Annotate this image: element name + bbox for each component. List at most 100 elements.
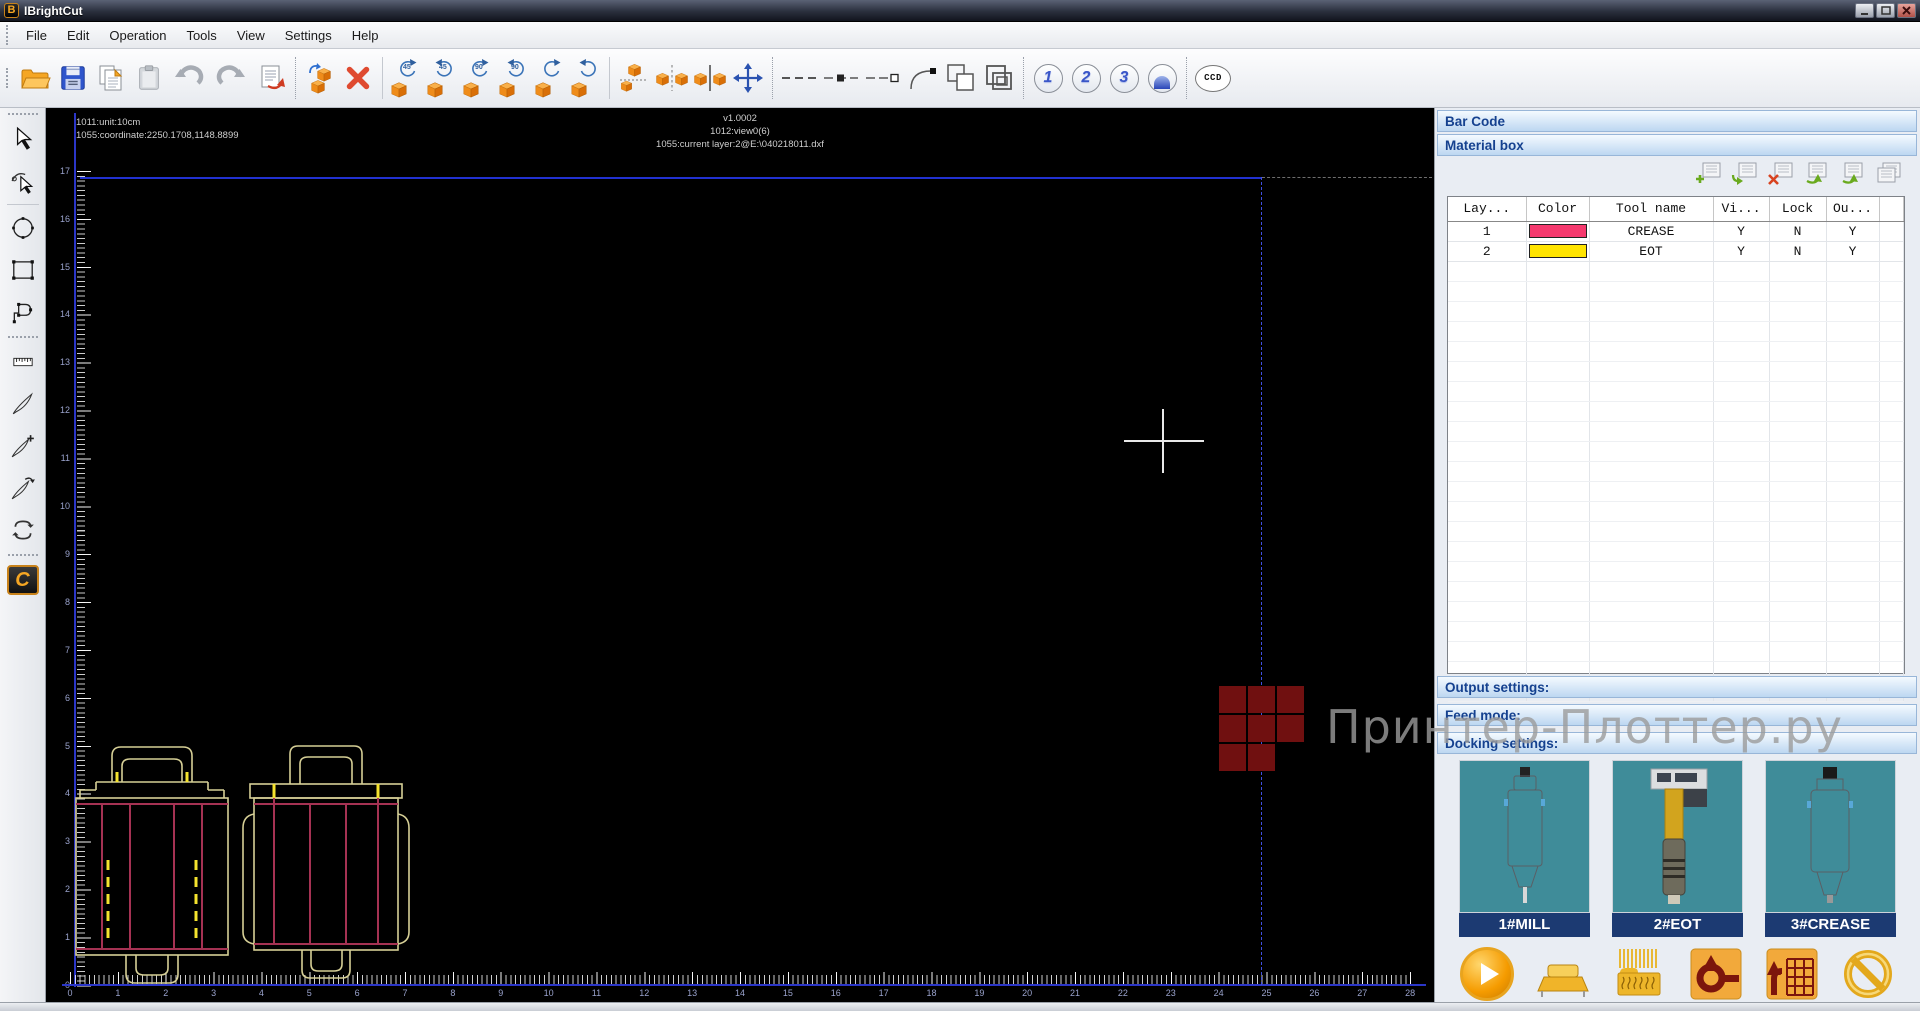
blade-curve-tool-icon[interactable] [3, 467, 43, 509]
v-ruler-label: 9 [52, 549, 70, 559]
h-ruler-label: 20 [1019, 988, 1035, 998]
window-bottom-edge [0, 1002, 1920, 1011]
export-layer-icon[interactable] [1839, 162, 1866, 185]
material-box-section-header[interactable]: Material box [1437, 134, 1917, 156]
overlap-rect-icon[interactable] [942, 55, 980, 101]
paste-icon[interactable] [130, 55, 168, 101]
table-empty-row [1448, 541, 1904, 561]
h-ruler-label: 18 [923, 988, 939, 998]
add-layer-icon[interactable] [1695, 162, 1722, 185]
maximize-button[interactable] [1876, 3, 1895, 18]
loop-tool-icon[interactable] [3, 509, 43, 551]
rotate-ccw-icon[interactable] [532, 55, 568, 101]
convert-box-icon[interactable] [301, 55, 339, 101]
menu-settings[interactable]: Settings [275, 24, 342, 47]
mirror-horizontal-icon[interactable] [653, 55, 691, 101]
line-mid-node-icon[interactable] [820, 55, 862, 101]
docking-tool-crease[interactable]: 3#CREASE [1765, 760, 1896, 937]
layer-color-swatch[interactable] [1529, 224, 1587, 238]
blade-add-tool-icon[interactable] [3, 425, 43, 467]
ruler-tool-icon[interactable] [3, 341, 43, 383]
h-ruler-label: 15 [780, 988, 796, 998]
export-doc-icon[interactable] [252, 55, 290, 101]
align-output-button[interactable] [1764, 946, 1820, 1002]
delete-layer-icon[interactable] [1767, 162, 1794, 185]
h-ruler-label: 28 [1402, 988, 1418, 998]
close-button[interactable] [1897, 3, 1916, 18]
polyline-tool-icon[interactable] [3, 291, 43, 333]
cancel-button[interactable] [1840, 946, 1896, 1002]
window-title: IBrightCut [24, 4, 83, 18]
col-visible[interactable]: Vi... [1713, 197, 1769, 221]
rectangle-tool-icon[interactable] [3, 249, 43, 291]
output-settings-header[interactable]: Output settings: [1437, 676, 1917, 698]
table-row[interactable]: 1 CREASE Y N Y [1448, 221, 1904, 241]
menu-file[interactable]: File [16, 24, 57, 47]
solid-circle-button[interactable] [1143, 55, 1181, 101]
node-edit-tool-icon[interactable] [3, 160, 43, 202]
rotate-output-button[interactable] [1688, 946, 1744, 1002]
work-area-top-boundary [80, 177, 1261, 179]
rotate-45-ccw-icon[interactable]: 45 [388, 55, 424, 101]
menu-help[interactable]: Help [342, 24, 389, 47]
menu-operation[interactable]: Operation [99, 24, 176, 47]
table-empty-row [1448, 301, 1904, 321]
menu-tools[interactable]: Tools [176, 24, 226, 47]
layer-color-swatch[interactable] [1529, 244, 1587, 258]
minimize-button[interactable] [1855, 3, 1874, 18]
docking-tool-mill[interactable]: 1#MILL [1459, 760, 1590, 937]
delete-icon[interactable] [339, 55, 377, 101]
insert-layer-icon[interactable] [1731, 162, 1758, 185]
view-2-button[interactable]: 2 [1067, 55, 1105, 101]
array-box-icon[interactable] [615, 55, 653, 101]
menu-view[interactable]: View [227, 24, 275, 47]
start-button[interactable] [1459, 946, 1515, 1002]
rotate-cw-icon[interactable] [568, 55, 604, 101]
col-color[interactable]: Color [1526, 197, 1589, 221]
blade-tool-icon[interactable] [3, 383, 43, 425]
view-3-button[interactable]: 3 [1105, 55, 1143, 101]
menu-edit[interactable]: Edit [57, 24, 99, 47]
circle-tool-icon[interactable] [3, 207, 43, 249]
brush-button[interactable] [1611, 946, 1667, 1002]
redo-icon[interactable] [210, 55, 252, 101]
feed-button[interactable] [1535, 946, 1591, 1002]
toolbar-separator [295, 57, 296, 99]
view-1-button[interactable]: 1 [1029, 55, 1067, 101]
col-tool-name[interactable]: Tool name [1589, 197, 1713, 221]
table-row[interactable]: 2 EOT Y N Y [1448, 241, 1904, 261]
col-layer[interactable]: Lay... [1448, 197, 1526, 221]
copy-layer-icon[interactable] [1875, 162, 1902, 185]
h-ruler-label: 10 [541, 988, 557, 998]
line-end-node-icon[interactable] [862, 55, 904, 101]
select-tool-icon[interactable] [3, 118, 43, 160]
h-ruler-label: 16 [828, 988, 844, 998]
rotate-45-cw-icon[interactable]: 45 [424, 55, 460, 101]
ccd-button[interactable]: CCD [1192, 55, 1234, 101]
dash-line-icon[interactable] [778, 55, 820, 101]
table-empty-row [1448, 581, 1904, 601]
mirror-vertical-icon[interactable] [691, 55, 729, 101]
brand-logo[interactable]: C [3, 559, 43, 601]
table-empty-row [1448, 341, 1904, 361]
open-icon[interactable] [16, 55, 54, 101]
group-rect-icon[interactable] [980, 55, 1018, 101]
save-icon[interactable] [54, 55, 92, 101]
h-ruler-label: 8 [445, 988, 461, 998]
rotate-90-cw-icon[interactable]: 90 [496, 55, 532, 101]
import-layer-icon[interactable] [1803, 162, 1830, 185]
carton-dielines[interactable] [70, 738, 410, 994]
col-output[interactable]: Ou... [1826, 197, 1879, 221]
arc-icon[interactable] [904, 55, 942, 101]
copy-icon[interactable] [92, 55, 130, 101]
mill-tool-label: 1#MILL [1459, 913, 1590, 937]
drawing-canvas[interactable]: 1011:unit:10cm 1055:coordinate:2250.1708… [46, 108, 1434, 1002]
docking-tool-eot[interactable]: 2#EOT [1612, 760, 1743, 937]
rotate-90-ccw-icon[interactable]: 90 [460, 55, 496, 101]
h-ruler-label: 23 [1163, 988, 1179, 998]
table-empty-row [1448, 521, 1904, 541]
barcode-section-header[interactable]: Bar Code [1437, 110, 1917, 132]
col-lock[interactable]: Lock [1769, 197, 1826, 221]
undo-icon[interactable] [168, 55, 210, 101]
move-icon[interactable] [729, 55, 767, 101]
